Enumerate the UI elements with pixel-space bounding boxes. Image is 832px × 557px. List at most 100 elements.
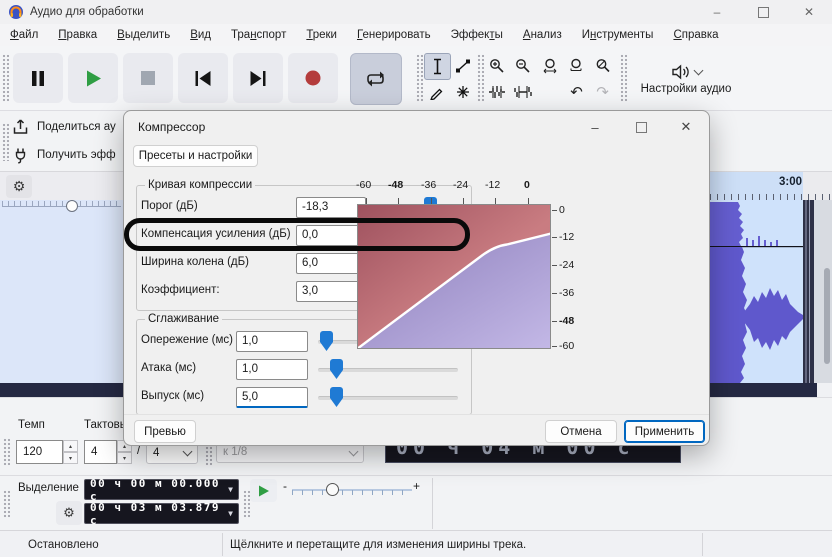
loop-button[interactable] [350, 53, 402, 105]
vertical-scrollbar-thumb[interactable] [824, 268, 830, 364]
pause-button[interactable] [13, 53, 63, 103]
redo-button[interactable]: ↷ [590, 79, 615, 104]
lookahead-input[interactable]: 1,0 [236, 331, 308, 352]
play-speed-ticks [292, 490, 412, 495]
selection-tool-button[interactable] [424, 53, 451, 80]
menu-generate[interactable]: Генерировать [347, 24, 441, 46]
timeline-options-button[interactable]: ⚙ [6, 175, 32, 198]
graph-top-tick: -60 [356, 179, 371, 191]
multi-tool-button[interactable] [450, 79, 475, 104]
window-minimize-button[interactable]: – [694, 0, 740, 24]
track-control-panel[interactable] [0, 200, 123, 383]
play-speed-slider-thumb[interactable] [326, 483, 339, 496]
undo-button[interactable]: ↶ [564, 79, 589, 104]
menu-tools[interactable]: Инструменты [572, 24, 664, 46]
zoom-selection-button[interactable] [538, 53, 563, 78]
plug-icon [12, 147, 29, 164]
dialog-close-button[interactable]: ✕ [670, 116, 702, 138]
ratio-input[interactable]: 3,0 [296, 281, 366, 302]
menu-help[interactable]: Справка [663, 24, 728, 46]
waveform-track[interactable] [700, 200, 832, 383]
envelope-tool-button[interactable] [450, 53, 475, 78]
menu-file[interactable]: Файл [0, 24, 48, 46]
zoom-toggle-icon [595, 58, 611, 74]
skip-end-button[interactable] [233, 53, 283, 103]
share-toolbar-grip[interactable] [2, 123, 9, 161]
chevron-down-icon [183, 447, 193, 457]
speed-minus-label: - [283, 479, 287, 493]
edit-toolbar-grip[interactable] [477, 54, 484, 102]
share-audio-button[interactable]: Поделиться ау [12, 114, 116, 140]
loop-icon [366, 70, 386, 88]
zoom-fit-button[interactable] [564, 53, 589, 78]
record-icon [305, 70, 321, 86]
transport-toolbar-grip[interactable] [2, 54, 9, 102]
skip-start-button[interactable] [178, 53, 228, 103]
window-maximize-button[interactable] [740, 0, 786, 24]
selection-end-value: 00 ч 03 м 03.879 с [90, 501, 228, 527]
menu-effects[interactable]: Эффекты [441, 24, 513, 46]
play-at-speed-button[interactable] [250, 479, 277, 502]
play-button[interactable] [68, 53, 118, 103]
spin-down-icon[interactable]: ▾ [63, 452, 78, 464]
cancel-button[interactable]: Отмена [545, 420, 617, 443]
zoom-out-button[interactable] [510, 53, 535, 78]
record-button[interactable] [288, 53, 338, 103]
volume-slider-thumb[interactable] [66, 200, 78, 212]
get-effects-label: Получить эфф [37, 149, 116, 161]
audio-setup-button[interactable]: Настройки аудио [630, 53, 742, 105]
spin-down-icon[interactable]: ▾ [117, 452, 132, 464]
beats-input[interactable]: 4 [84, 440, 117, 464]
snap-value: к 1/8 [223, 446, 247, 458]
timeline-ruler-right[interactable]: 3:00 [710, 172, 832, 201]
gear-icon: ⚙ [63, 505, 75, 521]
menu-tracks[interactable]: Треки [296, 24, 347, 46]
denominator-value: 4 [153, 447, 159, 459]
menu-view[interactable]: Вид [180, 24, 221, 46]
preview-button[interactable]: Превью [134, 420, 196, 443]
menu-transport[interactable]: Транспорт [221, 24, 296, 46]
spin-up-icon[interactable]: ▴ [63, 440, 78, 452]
play-speed-grip[interactable] [243, 490, 250, 518]
get-effects-button[interactable]: Получить эфф [12, 142, 116, 168]
share-icon [12, 119, 29, 136]
audio-setup-grip[interactable] [620, 54, 627, 102]
presets-button[interactable]: Пресеты и настройки [133, 145, 258, 167]
graph-right-tick: -24 [559, 259, 574, 271]
selection-options-button[interactable]: ⚙ [56, 501, 82, 525]
menu-edit[interactable]: Правка [48, 24, 107, 46]
tempo-spinner[interactable]: ▴ ▾ [63, 440, 78, 464]
dialog-maximize-button[interactable] [625, 116, 657, 138]
tempo-input[interactable]: 120 [16, 440, 63, 464]
menu-select[interactable]: Выделить [107, 24, 180, 46]
stop-button[interactable] [123, 53, 173, 103]
skip-start-icon [194, 70, 212, 87]
attack-input[interactable]: 1,0 [236, 359, 308, 380]
selection-end-field[interactable]: 00 ч 03 м 03.879 с ▼ [84, 503, 239, 524]
apply-button[interactable]: Применить [624, 420, 705, 443]
dropdown-icon[interactable]: ▼ [228, 485, 233, 494]
knee-width-input[interactable]: 6,0 [296, 253, 366, 274]
draw-tool-button[interactable] [424, 79, 449, 104]
stop-icon [141, 71, 155, 85]
threshold-input[interactable]: -18,3 [296, 197, 366, 218]
selection-toolbar-grip[interactable] [3, 490, 10, 518]
attack-label: Атака (мс) [141, 362, 196, 374]
zoom-fit-icon [569, 58, 585, 74]
silence-audio-button[interactable] [510, 79, 535, 104]
selection-start-field[interactable]: 00 ч 00 м 00.000 с ▼ [84, 479, 239, 500]
zoom-in-button[interactable] [484, 53, 509, 78]
time-toolbar-grip[interactable] [3, 438, 10, 466]
release-input[interactable]: 5,0 [236, 387, 308, 408]
selection-start-value: 00 ч 00 м 00.000 с [90, 477, 228, 503]
menu-analyze[interactable]: Анализ [513, 24, 572, 46]
zoom-toggle-button[interactable] [590, 53, 615, 78]
tools-toolbar-grip[interactable] [416, 54, 423, 102]
multi-tool-icon [455, 84, 471, 100]
dropdown-icon[interactable]: ▼ [228, 509, 233, 518]
envelope-icon [455, 58, 471, 74]
graph-right-tick: 0 [559, 204, 565, 216]
dialog-minimize-button[interactable]: – [579, 116, 611, 138]
trim-audio-button[interactable] [484, 79, 509, 104]
window-close-button[interactable]: ✕ [786, 0, 832, 24]
